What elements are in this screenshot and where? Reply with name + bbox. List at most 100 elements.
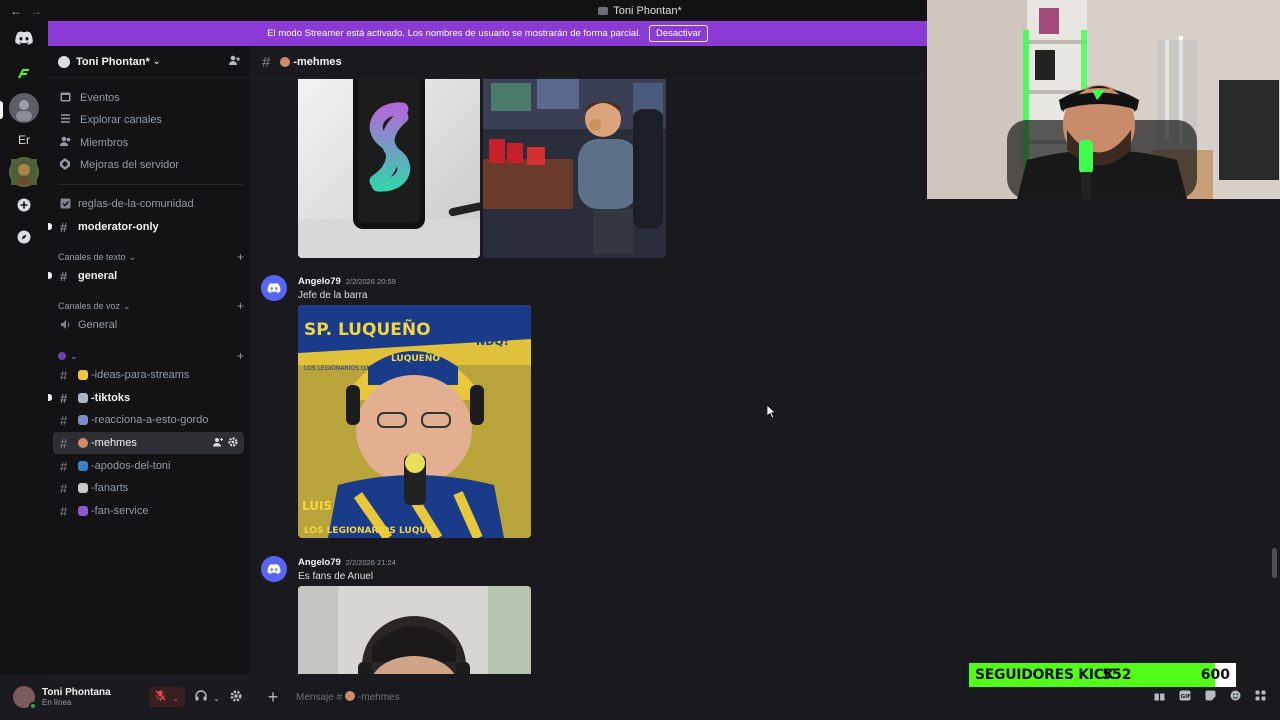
gear-icon — [230, 690, 242, 701]
channel-fanarts[interactable]: # -fanarts — [53, 477, 244, 499]
streamer-mode-banner: El modo Streamer está activado. Los nomb… — [48, 21, 927, 46]
chevron-down-icon: ⌄ — [213, 694, 220, 703]
add-channel-icon[interactable]: + — [237, 299, 244, 313]
channel-label: -fanarts — [91, 482, 129, 494]
message-input[interactable]: Mensaje # -mehmes — [296, 691, 400, 703]
chat-scrollbar[interactable] — [1272, 548, 1277, 578]
green-server-icon — [18, 69, 29, 79]
channel-moderator-only-label: moderator-only — [78, 221, 159, 233]
voice-channel-general[interactable]: General — [53, 314, 244, 336]
unread-indicator — [48, 272, 52, 279]
author-name[interactable]: Angelo79 — [298, 276, 341, 287]
hash-icon: # — [262, 53, 271, 71]
active-server-pill — [0, 101, 3, 119]
discord-logo-icon — [15, 31, 33, 45]
timestamp: 2/2/2026 20:59 — [345, 277, 396, 286]
cap-text: LUQUEÑO — [391, 353, 440, 364]
author-avatar[interactable] — [261, 556, 287, 582]
server-green[interactable] — [9, 59, 39, 89]
avatar[interactable] — [13, 686, 37, 710]
chat-header: # -mehmes — [250, 46, 927, 79]
category-emoji[interactable]: ⌄ + — [58, 349, 244, 363]
purple-emoji-icon — [78, 506, 88, 516]
home-button[interactable] — [9, 23, 39, 53]
server-avatar[interactable] — [9, 93, 39, 123]
channel-reglas[interactable]: reglas-de-la-comunidad — [53, 193, 244, 215]
author-avatar[interactable] — [261, 275, 287, 301]
category-text[interactable]: Canales de texto ⌄ + — [58, 250, 244, 264]
svg-text:GIF: GIF — [1181, 694, 1191, 700]
server-game[interactable] — [9, 157, 39, 187]
channel-fan-service[interactable]: # -fan-service — [53, 500, 244, 522]
invite-icon[interactable] — [228, 54, 240, 69]
add-attachment-button[interactable]: + — [250, 687, 296, 708]
message-author[interactable]: Angelo79 2/2/2026 20:59 — [298, 276, 396, 287]
online-status-icon — [29, 702, 37, 710]
channel-moderator-only[interactable]: # moderator-only — [48, 216, 244, 238]
server-avatar-icon — [16, 100, 32, 121]
category-voice-label: Canales de voz — [58, 301, 121, 311]
channel-ideas-para-streams[interactable]: # -ideas-para-streams — [53, 364, 244, 386]
hash-icon: # — [60, 458, 68, 474]
gift-icon[interactable] — [1154, 690, 1165, 704]
window-title-text: Toni Phontan* — [613, 4, 682, 17]
haircut-image — [298, 586, 531, 674]
nav-boost-label: Mejoras del servidor — [80, 159, 180, 171]
channel-label: -apodos-del-toni — [91, 460, 171, 472]
nav-events[interactable]: Eventos — [56, 88, 244, 108]
invite-icon[interactable] — [213, 437, 223, 450]
add-server-button[interactable] — [9, 190, 39, 220]
history-nav: ← → — [0, 4, 42, 18]
channel-tools — [213, 436, 244, 450]
channel-apodos[interactable]: # -apodos-del-toni — [53, 455, 244, 477]
message-image-fan[interactable]: SP. LUQUEÑO NDQ! LOS LEGIONARIOS LUQUE L… — [298, 305, 531, 538]
disable-streamer-button[interactable]: Desactivar — [648, 25, 708, 42]
back-arrow-icon[interactable]: ← — [10, 4, 22, 18]
sticker-icon[interactable] — [1205, 690, 1216, 704]
message-text: Es fans de Anuel — [298, 571, 374, 582]
hash-icon: # — [60, 390, 68, 406]
unread-indicator — [48, 223, 52, 230]
chevron-down-icon: ⌄ — [123, 300, 131, 311]
mic-muted-button[interactable]: ⌄ — [149, 687, 185, 707]
hash-icon: # — [60, 268, 68, 284]
discover-button[interactable] — [9, 222, 39, 252]
message-image-phone[interactable] — [298, 79, 480, 258]
message-image-haircut[interactable] — [298, 586, 531, 674]
nav-members[interactable]: Miembros — [56, 133, 244, 153]
guild-header[interactable]: Toni Phontan* ⌄ — [48, 46, 250, 78]
add-channel-icon[interactable]: + — [237, 349, 244, 363]
game-server-icon — [11, 159, 37, 185]
unread-indicator — [48, 394, 52, 401]
user-name: Toni Phontana — [42, 687, 111, 698]
channel-mehmes[interactable]: # -mehmes — [53, 432, 244, 454]
channel-reacciona[interactable]: # -reacciona-a-esto-gordo — [53, 409, 244, 431]
forward-arrow-icon[interactable]: → — [30, 4, 42, 18]
message-author[interactable]: Angelo79 2/2/2026 21:24 — [298, 557, 396, 568]
message-image-gamer[interactable] — [483, 79, 666, 258]
kick-current: 552 — [1102, 667, 1132, 683]
add-channel-icon[interactable]: + — [237, 250, 244, 264]
nav-members-label: Miembros — [80, 137, 129, 149]
channel-general[interactable]: # general — [48, 265, 244, 287]
gear-icon[interactable] — [228, 436, 238, 450]
channel-tiktoks[interactable]: # -tiktoks — [48, 387, 244, 409]
calendar-icon — [60, 91, 80, 105]
server-er[interactable]: Er — [9, 125, 39, 155]
channel-sidebar: Toni Phontan* ⌄ Eventos Explorar canales… — [48, 46, 250, 674]
gif-icon[interactable]: GIF — [1179, 690, 1191, 704]
server-er-label: Er — [18, 133, 30, 147]
user-panel: Toni Phontana En línea ⌄ ⌄ — [0, 674, 250, 720]
settings-button[interactable] — [230, 690, 242, 705]
gamer-image — [483, 79, 666, 258]
nav-boost[interactable]: Mejoras del servidor — [56, 155, 244, 175]
category-voice[interactable]: Canales de voz ⌄ + — [58, 299, 244, 313]
discord-logo-icon — [267, 283, 281, 293]
user-names[interactable]: Toni Phontana En línea — [42, 687, 111, 707]
author-name[interactable]: Angelo79 — [298, 557, 341, 568]
headphones-button[interactable]: ⌄ — [195, 690, 220, 704]
emoji-icon[interactable] — [1230, 690, 1241, 704]
apps-icon[interactable] — [1255, 690, 1266, 704]
nav-browse[interactable]: Explorar canales — [56, 110, 244, 130]
timestamp: 2/2/2026 21:24 — [345, 558, 396, 567]
